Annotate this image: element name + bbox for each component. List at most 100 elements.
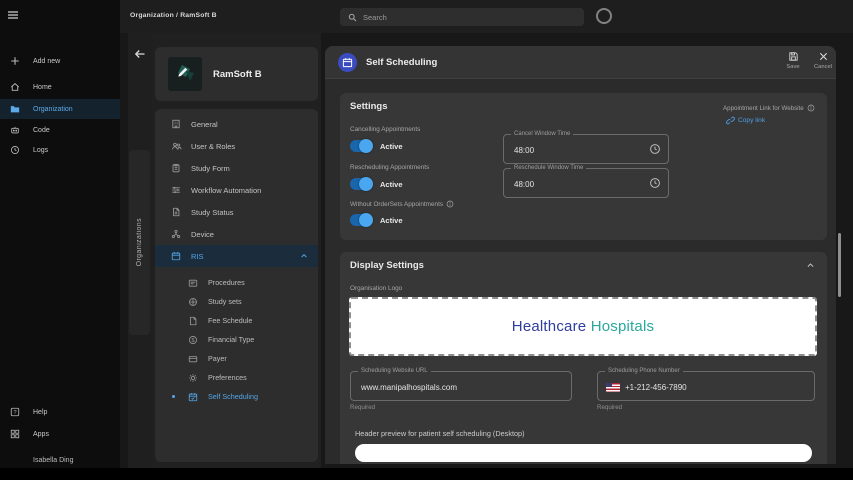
header-preview-label: Header preview for patient self scheduli… [355, 429, 525, 438]
toggle-state-label: Active [380, 142, 403, 151]
edit-pencil-icon [176, 65, 190, 79]
network-icon [170, 229, 182, 239]
nav-item-user-roles[interactable]: User & Roles [155, 135, 318, 157]
back-arrow-icon[interactable] [131, 45, 148, 62]
search-input[interactable] [363, 13, 563, 22]
appointment-link-label-text: Appointment Link for Website [723, 105, 804, 112]
cancel-button[interactable]: Cancel [808, 51, 836, 76]
nav-subitem-study-sets[interactable]: Study sets [155, 292, 318, 311]
history-icon [8, 145, 21, 155]
nav-item-study-form[interactable]: Study Form [155, 157, 318, 179]
nav-item-workflow-automation[interactable]: Workflow Automation [155, 179, 318, 201]
home-icon [8, 82, 21, 92]
search-icon [348, 13, 357, 22]
clock-icon[interactable] [649, 177, 661, 189]
scheduling-phone-number-field[interactable]: Scheduling Phone Number +1-212-456-7890 [597, 371, 815, 401]
organization-avatar[interactable] [168, 57, 202, 91]
nav-subitem-procedures[interactable]: Procedures [155, 273, 318, 292]
nav-subitem-label: Financial Type [208, 335, 254, 344]
nav-item-label: Workflow Automation [191, 186, 261, 195]
nav-subitem-preferences[interactable]: Preferences [155, 368, 318, 387]
sidebar-item-help[interactable]: ? Help [0, 402, 120, 422]
display-settings-heading: Display Settings [350, 260, 424, 271]
toggle-label-text: Without OrderSets Appointments [350, 201, 443, 208]
sidebar-item-home[interactable]: Home [0, 77, 120, 97]
top-bar: Organization / RamSoft B [0, 0, 853, 33]
nav-subitem-financial-type[interactable]: $ Financial Type [155, 330, 318, 349]
nav-subitem-label: Payer [208, 354, 227, 363]
logo-word-healthcare: Healthcare [512, 318, 587, 335]
field-hint: Required [350, 404, 375, 411]
organisation-logo-upload[interactable]: Healthcare Hospitals [349, 297, 817, 356]
sidebar-item-label: Help [33, 409, 47, 416]
collapse-chevron-icon[interactable] [806, 261, 815, 270]
copy-link-label: Copy link [738, 117, 765, 124]
toggle-switch[interactable] [350, 140, 372, 152]
field-value: +1-212-456-7890 [625, 383, 687, 392]
info-icon[interactable] [807, 104, 815, 112]
help-icon: ? [8, 407, 21, 417]
sidebar-item-label: Logs [33, 147, 48, 154]
toggle-switch[interactable] [350, 178, 372, 190]
organisation-logo-label: Organisation Logo [350, 285, 402, 292]
nav-subitem-label: Fee Schedule [208, 316, 252, 325]
nav-subitem-self-scheduling[interactable]: Self Scheduling [155, 387, 318, 406]
sidebar-item-code[interactable]: Code [0, 120, 120, 140]
document-icon [170, 207, 182, 217]
current-user-name[interactable]: Isabella Ding [33, 457, 73, 464]
active-indicator-dot [172, 395, 175, 398]
sidebar-item-apps[interactable]: Apps [0, 424, 120, 444]
nav-subitem-payer[interactable]: Payer [155, 349, 318, 368]
sidebar-item-label: Home [33, 84, 52, 91]
gear-icon [187, 373, 199, 383]
workspace: Organization / RamSoft B Add new Home Or… [0, 0, 853, 468]
sidebar-item-label: Add new [33, 58, 60, 65]
toggle-switch[interactable] [350, 214, 372, 226]
organizations-vertical-tab[interactable]: Organizations [129, 150, 150, 335]
nav-item-ris[interactable]: RIS [155, 245, 318, 267]
users-icon [170, 141, 182, 151]
breadcrumb: Organization / RamSoft B [130, 12, 217, 19]
vertical-scrollbar-thumb[interactable] [838, 233, 841, 297]
toggle-label: Cancelling Appointments [350, 126, 420, 133]
cancel-window-time-field[interactable]: Cancel Window Time 48:00 [503, 134, 669, 164]
reschedule-window-time-field[interactable]: Reschedule Window Time 48:00 [503, 168, 669, 198]
org-nav-card: General User & Roles Study Form Workflow… [155, 109, 318, 462]
credit-card-icon [187, 354, 199, 364]
scheduling-website-url-field[interactable]: Scheduling Website URL www.manipalhospit… [350, 371, 572, 401]
chevron-up-icon[interactable] [300, 252, 308, 260]
sidebar-item-organization[interactable]: Organization [0, 99, 120, 119]
search-bar[interactable] [340, 8, 584, 26]
field-value: 48:00 [514, 169, 534, 199]
nav-subitem-label: Self Scheduling [208, 392, 258, 401]
copy-link-button[interactable]: Copy link [726, 116, 765, 125]
nav-item-device[interactable]: Device [155, 223, 318, 245]
field-hint: Required [597, 404, 622, 411]
calendar-check-icon [187, 392, 199, 402]
nav-item-general[interactable]: General [155, 113, 318, 135]
self-scheduling-header-icon [338, 53, 357, 72]
save-button-label: Save [786, 64, 799, 70]
clock-icon[interactable] [649, 143, 661, 155]
user-avatar[interactable] [596, 8, 612, 24]
save-button[interactable]: Save [778, 51, 808, 76]
nav-item-study-status[interactable]: Study Status [155, 201, 318, 223]
sidebar-item-add-new[interactable]: Add new [0, 51, 120, 71]
nav-subitem-fee-schedule[interactable]: Fee Schedule [155, 311, 318, 330]
without-ordersets-toggle-row: Active [350, 214, 403, 226]
fee-schedule-icon [187, 316, 199, 326]
self-scheduling-panel: Self Scheduling Save Cancel Settings Can… [325, 46, 836, 464]
sliders-icon [170, 185, 182, 195]
toggle-label: Rescheduling Appointments [350, 164, 429, 171]
svg-text:$: $ [191, 337, 194, 343]
apps-grid-icon [8, 429, 21, 439]
close-icon [818, 51, 829, 62]
hamburger-menu-icon[interactable] [4, 6, 21, 23]
clipboard-icon [170, 163, 182, 173]
info-icon[interactable] [446, 200, 454, 208]
sidebar-item-logs[interactable]: Logs [0, 140, 120, 160]
toggle-knob [359, 139, 373, 153]
card-icon [187, 278, 199, 288]
nav-subitem-label: Preferences [208, 373, 247, 382]
rescheduling-appointments-toggle-row: Active [350, 178, 403, 190]
